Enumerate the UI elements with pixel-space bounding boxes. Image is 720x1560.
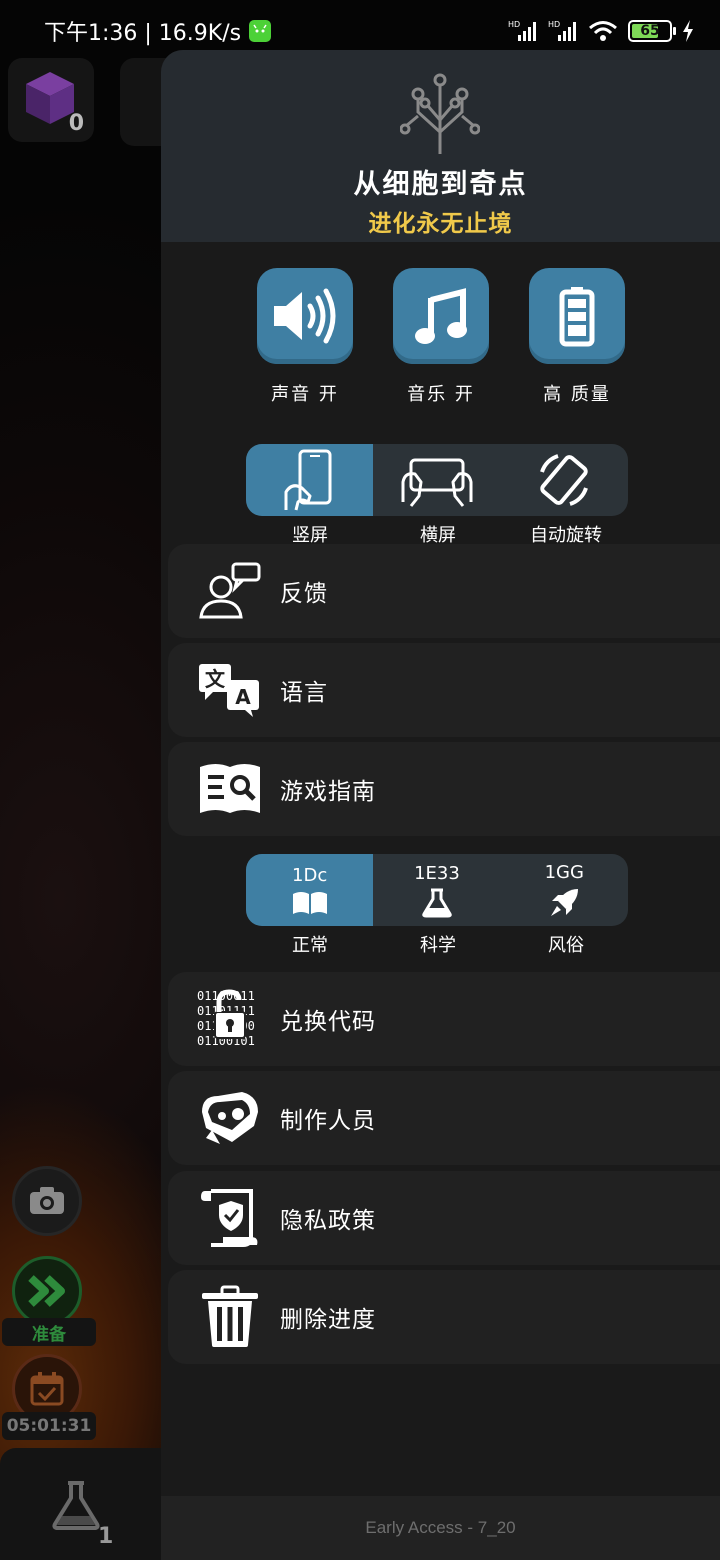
number-format-selector: 1Dc 1E33 1GG [246,854,628,926]
format-normal-option[interactable]: 1Dc [246,854,374,926]
delete-progress-label: 删除进度 [280,1307,376,1333]
music-toggle-button[interactable] [393,268,489,364]
credits-label: 制作人员 [280,1108,376,1134]
language-icon: 文 A [199,664,259,717]
version-label: Early Access - 7_20 [365,1518,516,1537]
binary-lock-icon: 01100011 01101111 01100100 01100101 [197,989,255,1048]
wifi-icon [589,21,617,41]
guide-menu-item[interactable]: 游戏指南 [168,742,720,836]
settings-panel: 从细胞到奇点 进化永无止境 声音 开 音乐 开 高 质量 竖屏 横屏 自动旋转 … [161,50,720,1560]
evolution-tree-icon [400,73,480,154]
music-note-icon [415,288,467,344]
format-custom-option[interactable]: 1GG [501,854,628,926]
charging-icon [683,20,693,42]
auto-rotate-icon [540,454,589,506]
game-title: 从细胞到奇点 [353,169,528,200]
format-normal-example: 1Dc [292,864,328,886]
delete-progress-menu-item[interactable]: 删除进度 [168,1270,720,1364]
feedback-menu-item[interactable]: 反馈 [168,544,720,638]
svg-text:A: A [235,685,251,709]
music-label: 音乐 开 [407,384,475,405]
auto-rotate-option[interactable] [501,444,628,516]
privacy-label: 隐私政策 [280,1208,376,1234]
app-notification-icon [249,20,272,42]
resource-cube-tile[interactable]: 0 [8,58,94,142]
privacy-scroll-icon [201,1189,258,1247]
feedback-label: 反馈 [280,581,328,607]
quality-label: 高 质量 [543,384,611,405]
timer-label: 05:01:31 [2,1412,96,1440]
game-subtitle: 进化永无止境 [368,211,513,237]
privacy-menu-item[interactable]: 隐私政策 [168,1171,720,1265]
trash-icon [202,1285,258,1347]
signal-icon: HD [508,20,536,41]
credits-menu-item[interactable]: 制作人员 [168,1071,720,1165]
format-scientific-label: 科学 [420,935,456,956]
battery-indicator: 65 [628,20,676,42]
landscape-phone-icon [401,458,473,507]
sound-label: 声音 开 [271,384,339,405]
format-scientific-option[interactable]: 1E33 [373,854,500,926]
calendar-check-icon [30,1372,64,1406]
speaker-icon [274,288,336,344]
svg-text:文: 文 [205,667,226,691]
rocket-icon [551,888,579,916]
status-time-speed: 下午1:36 | 16.9K/s [44,21,242,46]
ready-label: 准备 [2,1318,96,1346]
book-icon [292,891,327,914]
battery-quality-icon [559,287,595,347]
language-label: 语言 [280,680,328,706]
sound-toggle-button[interactable] [257,268,353,364]
redeem-code-menu-item[interactable]: 01100011 01101111 01100100 01100101 兑换代码 [168,972,720,1066]
fast-forward-button[interactable] [12,1256,82,1326]
battery-level: 65 [640,23,660,39]
panel-header: 从细胞到奇点 进化永无止境 [161,50,720,242]
portrait-phone-icon [284,449,332,511]
svg-text:HD: HD [548,20,560,29]
svg-text:HD: HD [508,20,520,29]
camera-icon [30,1187,64,1214]
camera-button[interactable] [12,1166,82,1236]
cube-count: 0 [68,111,84,136]
flask-count: 1 [98,1524,114,1549]
flask-icon [52,1481,100,1530]
guide-book-icon [200,764,260,813]
status-bar: 下午1:36 | 16.9K/s HD HD 65 [0,0,720,62]
landscape-option[interactable] [373,444,500,516]
format-scientific-example: 1E33 [414,862,460,884]
credits-icon [202,1092,258,1144]
format-custom-label: 风俗 [548,935,584,956]
guide-label: 游戏指南 [280,779,376,805]
quality-toggle-button[interactable] [529,268,625,364]
signal-icon-2: HD [548,20,576,41]
language-menu-item[interactable]: 文 A 语言 [168,643,720,737]
format-normal-label: 正常 [292,935,328,956]
feedback-icon [199,562,261,619]
portrait-option[interactable] [246,444,374,516]
flask-small-icon [422,888,452,917]
fast-forward-icon [28,1275,65,1307]
version-footer: Early Access - 7_20 [161,1496,720,1560]
format-custom-example: 1GG [544,861,584,883]
redeem-code-label: 兑换代码 [280,1009,376,1035]
orientation-selector [246,444,628,516]
